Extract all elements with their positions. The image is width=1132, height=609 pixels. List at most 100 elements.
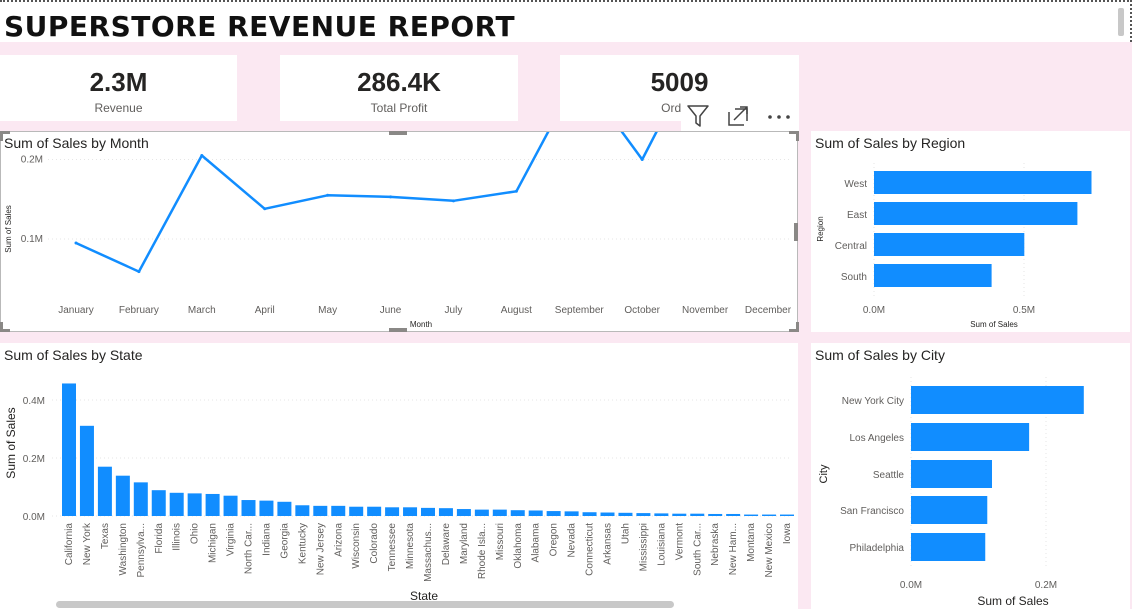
x-tick-label: Tennessee	[387, 523, 398, 572]
x-tick-label: California	[64, 523, 75, 566]
x-tick-label: Rhode Isla...	[477, 523, 488, 579]
x-tick-label: Oklahoma	[513, 523, 524, 569]
chart-sales-by-month[interactable]: Sum of Sales by Month 0.1M0.2M0.3M0.4MJa…	[0, 131, 798, 332]
x-tick-label: Montana	[746, 523, 757, 562]
x-tick-label: Arizona	[333, 523, 344, 557]
resize-handle[interactable]	[389, 328, 407, 332]
resize-handle[interactable]	[0, 131, 3, 141]
bar	[403, 507, 418, 516]
bar	[510, 510, 525, 516]
x-tick-label: Mississippi	[638, 523, 649, 571]
kpi-label: Revenue	[94, 101, 143, 115]
x-tick-label: North Car...	[244, 523, 255, 574]
x-tick-label: Michigan	[208, 523, 219, 563]
y-tick-label: Los Angeles	[850, 433, 905, 444]
report-header: SUPERSTORE REVENUE REPORT	[0, 0, 1132, 43]
bar	[277, 501, 292, 516]
x-axis-label: Sum of Sales	[977, 594, 1048, 608]
x-tick-label: Georgia	[279, 523, 290, 559]
x-tick-label: Illinois	[172, 523, 183, 551]
x-tick-label: Louisiana	[656, 523, 667, 566]
bar	[438, 508, 453, 516]
resize-handle[interactable]	[796, 322, 799, 332]
x-tick-label: Texas	[100, 523, 111, 549]
bar	[618, 512, 633, 516]
bar	[911, 460, 992, 488]
x-tick-label: New York	[82, 522, 93, 565]
y-tick-label: San Francisco	[840, 506, 904, 517]
bar	[911, 496, 988, 524]
bar	[259, 500, 274, 516]
resize-handle[interactable]	[794, 223, 798, 241]
x-tick-label: June	[380, 305, 402, 316]
x-tick-label: March	[188, 305, 216, 316]
focus-mode-icon[interactable]	[725, 103, 753, 129]
bar	[421, 507, 435, 516]
x-tick-label: Maryland	[459, 523, 470, 564]
y-tick-label: 0.2M	[21, 155, 43, 166]
visual-header	[681, 101, 799, 131]
bar	[385, 507, 400, 516]
x-tick-label: February	[119, 305, 159, 316]
bar	[151, 490, 166, 516]
kpi-card-total-profit[interactable]: 286.4K Total Profit	[280, 55, 518, 121]
y-axis-label: Sum of Sales	[4, 407, 18, 478]
x-tick-label: January	[58, 305, 94, 316]
kpi-card-revenue[interactable]: 2.3M Revenue	[0, 55, 237, 121]
x-tick-label: 0.0M	[863, 305, 885, 316]
x-tick-label: Florida	[154, 523, 165, 554]
bar	[874, 171, 1092, 194]
x-tick-label: Wisconsin	[351, 523, 362, 569]
x-tick-label: Alabama	[531, 523, 542, 563]
y-axis-label: Sum of Sales	[4, 205, 13, 253]
x-tick-label: Oregon	[549, 523, 560, 556]
bar	[654, 513, 669, 516]
bar	[911, 533, 986, 561]
bar	[205, 493, 220, 516]
report-title: SUPERSTORE REVENUE REPORT	[4, 10, 516, 43]
bar	[474, 509, 489, 516]
chart-sales-by-city[interactable]: Sum of Sales by City 0.0M 0.2M New York Ci…	[811, 343, 1130, 609]
x-tick-label: April	[255, 305, 275, 316]
x-tick-label: Connecticut	[585, 523, 596, 576]
x-tick-label: Ohio	[190, 523, 201, 545]
bar	[133, 482, 148, 516]
y-tick-label: 0.1M	[21, 234, 43, 245]
series-line	[75, 131, 659, 273]
bar	[744, 514, 759, 516]
kpi-value: 5009	[650, 67, 709, 97]
filter-icon[interactable]	[684, 103, 712, 129]
bar	[874, 233, 1025, 256]
x-tick-label: Utah	[620, 523, 631, 544]
x-tick-label: Minnesota	[405, 523, 416, 570]
bar	[564, 511, 579, 516]
horizontal-scrollbar[interactable]	[56, 601, 674, 608]
bar	[187, 493, 202, 516]
vertical-scrollbar[interactable]	[1118, 8, 1124, 36]
x-tick-label: New Mexico	[764, 523, 775, 578]
x-tick-label: Pennsylva...	[136, 523, 147, 577]
kpi-value: 2.3M	[89, 67, 148, 97]
resize-handle[interactable]	[389, 131, 407, 135]
x-tick-label: August	[501, 305, 532, 316]
x-axis-label: Month	[410, 320, 432, 329]
x-tick-label: July	[445, 305, 463, 316]
more-options-icon[interactable]	[765, 103, 793, 129]
y-tick-label: South	[841, 272, 867, 283]
y-tick-label: Seattle	[873, 470, 905, 481]
resize-handle[interactable]	[0, 329, 10, 332]
line-chart-svg: 0.1M0.2M0.3M0.4MJanuaryFebruaryMarchApri…	[4, 131, 792, 329]
x-tick-label: September	[555, 305, 605, 316]
bar	[672, 513, 687, 516]
x-tick-label: Vermont	[674, 523, 685, 560]
bar	[762, 514, 777, 516]
x-tick-label: Colorado	[369, 523, 380, 564]
chart-sales-by-region[interactable]: Sum of Sales by Region 0.0M 0.5M West East C…	[811, 131, 1130, 332]
kpi-label: Total Profit	[370, 101, 428, 115]
resize-handle[interactable]	[796, 131, 799, 141]
bar	[79, 425, 94, 516]
chart-sales-by-state[interactable]: Sum of Sales by State 0.0M 0.2M 0.4M Califo…	[0, 343, 798, 609]
bar	[636, 513, 651, 516]
bar	[492, 509, 507, 516]
bar	[690, 513, 705, 516]
